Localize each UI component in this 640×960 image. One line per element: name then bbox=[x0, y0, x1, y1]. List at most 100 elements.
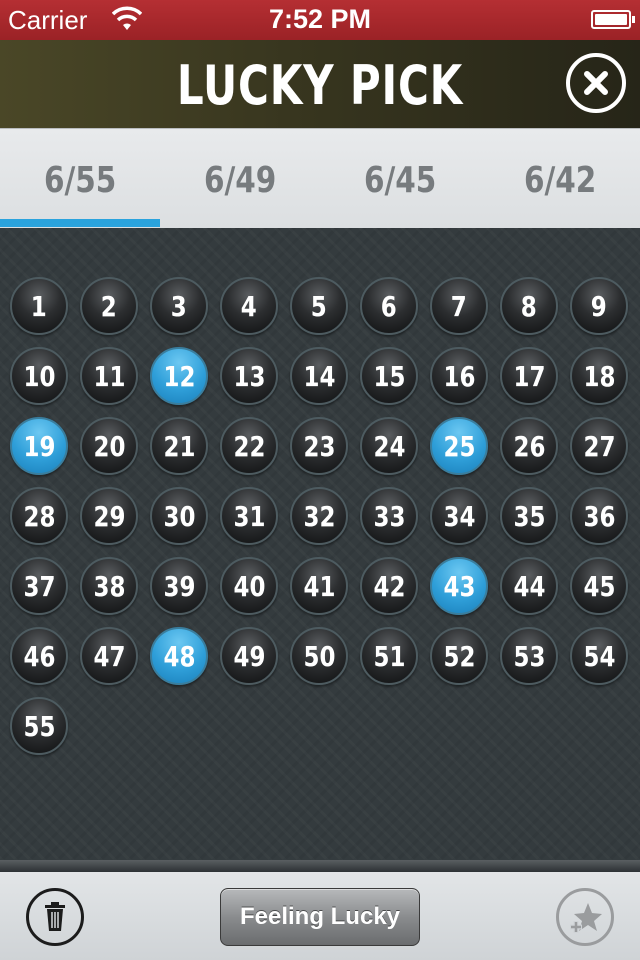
number-ball[interactable]: 22 bbox=[220, 417, 278, 475]
number-label: 32 bbox=[303, 500, 335, 533]
number-ball[interactable]: 24 bbox=[360, 417, 418, 475]
number-label: 14 bbox=[303, 360, 335, 393]
number-ball[interactable]: 52 bbox=[430, 627, 488, 685]
number-ball[interactable]: 1 bbox=[10, 277, 68, 335]
number-ball[interactable]: 18 bbox=[570, 347, 628, 405]
number-label: 53 bbox=[513, 640, 545, 673]
number-label: 25 bbox=[443, 430, 475, 463]
board-divider bbox=[0, 860, 640, 872]
close-icon bbox=[584, 71, 608, 95]
number-label: 37 bbox=[23, 570, 55, 603]
number-label: 2 bbox=[101, 290, 117, 323]
number-ball[interactable]: 5 bbox=[290, 277, 348, 335]
number-ball[interactable]: 35 bbox=[500, 487, 558, 545]
number-ball[interactable]: 16 bbox=[430, 347, 488, 405]
number-ball[interactable]: 27 bbox=[570, 417, 628, 475]
number-ball[interactable]: 23 bbox=[290, 417, 348, 475]
number-label: 19 bbox=[23, 430, 55, 463]
tab-label: 6/55 bbox=[43, 160, 117, 201]
number-label: 49 bbox=[233, 640, 265, 673]
tab-6-42[interactable]: 6/42 bbox=[480, 129, 640, 229]
number-label: 4 bbox=[241, 290, 257, 323]
number-ball[interactable]: 17 bbox=[500, 347, 558, 405]
number-ball[interactable]: 28 bbox=[10, 487, 68, 545]
number-ball[interactable]: 20 bbox=[80, 417, 138, 475]
number-ball[interactable]: 37 bbox=[10, 557, 68, 615]
number-label: 48 bbox=[163, 640, 195, 673]
number-ball[interactable]: 7 bbox=[430, 277, 488, 335]
number-label: 12 bbox=[163, 360, 195, 393]
number-label: 10 bbox=[23, 360, 55, 393]
number-ball[interactable]: 36 bbox=[570, 487, 628, 545]
number-ball[interactable]: 53 bbox=[500, 627, 558, 685]
number-label: 16 bbox=[443, 360, 475, 393]
number-ball[interactable]: 49 bbox=[220, 627, 278, 685]
number-label: 35 bbox=[513, 500, 545, 533]
number-ball[interactable]: 43 bbox=[430, 557, 488, 615]
status-bar: Carrier 7:52 PM bbox=[0, 0, 640, 40]
clear-button[interactable] bbox=[26, 888, 84, 946]
number-ball[interactable]: 31 bbox=[220, 487, 278, 545]
number-label: 8 bbox=[521, 290, 537, 323]
number-label: 43 bbox=[443, 570, 475, 603]
trash-icon bbox=[45, 902, 65, 931]
favorite-button[interactable] bbox=[556, 888, 614, 946]
number-ball[interactable]: 12 bbox=[150, 347, 208, 405]
number-label: 40 bbox=[233, 570, 265, 603]
tab-label: 6/42 bbox=[523, 160, 597, 201]
number-ball[interactable]: 13 bbox=[220, 347, 278, 405]
number-ball[interactable]: 30 bbox=[150, 487, 208, 545]
number-ball[interactable]: 51 bbox=[360, 627, 418, 685]
number-ball[interactable]: 48 bbox=[150, 627, 208, 685]
number-ball[interactable]: 29 bbox=[80, 487, 138, 545]
number-ball[interactable]: 4 bbox=[220, 277, 278, 335]
number-label: 34 bbox=[443, 500, 475, 533]
number-ball[interactable]: 39 bbox=[150, 557, 208, 615]
number-ball[interactable]: 40 bbox=[220, 557, 278, 615]
number-ball[interactable]: 50 bbox=[290, 627, 348, 685]
number-label: 1 bbox=[31, 290, 47, 323]
number-ball[interactable]: 45 bbox=[570, 557, 628, 615]
clock: 7:52 PM bbox=[268, 4, 372, 34]
tab-6-45[interactable]: 6/45 bbox=[320, 129, 480, 229]
number-ball[interactable]: 25 bbox=[430, 417, 488, 475]
number-ball[interactable]: 10 bbox=[10, 347, 68, 405]
number-ball[interactable]: 44 bbox=[500, 557, 558, 615]
tab-6-55[interactable]: 6/55 bbox=[0, 129, 160, 229]
close-button[interactable] bbox=[566, 53, 626, 113]
number-ball[interactable]: 3 bbox=[150, 277, 208, 335]
number-ball[interactable]: 54 bbox=[570, 627, 628, 685]
number-ball[interactable]: 15 bbox=[360, 347, 418, 405]
number-label: 23 bbox=[303, 430, 335, 463]
number-ball[interactable]: 6 bbox=[360, 277, 418, 335]
tab-6-49[interactable]: 6/49 bbox=[160, 129, 320, 229]
number-ball[interactable]: 9 bbox=[570, 277, 628, 335]
number-ball[interactable]: 14 bbox=[290, 347, 348, 405]
number-ball[interactable]: 46 bbox=[10, 627, 68, 685]
number-label: 39 bbox=[163, 570, 195, 603]
number-label: 26 bbox=[513, 430, 545, 463]
number-ball[interactable]: 26 bbox=[500, 417, 558, 475]
nav-bar: LUCKY PICK bbox=[0, 40, 640, 128]
number-ball[interactable]: 11 bbox=[80, 347, 138, 405]
number-ball[interactable]: 34 bbox=[430, 487, 488, 545]
number-label: 45 bbox=[583, 570, 615, 603]
number-ball[interactable]: 32 bbox=[290, 487, 348, 545]
feeling-lucky-button[interactable]: Feeling Lucky bbox=[220, 888, 420, 946]
game-tabs: 6/55 6/49 6/45 6/42 bbox=[0, 128, 640, 228]
number-label: 20 bbox=[93, 430, 125, 463]
tab-label: 6/45 bbox=[363, 160, 437, 201]
number-ball[interactable]: 21 bbox=[150, 417, 208, 475]
number-ball[interactable]: 41 bbox=[290, 557, 348, 615]
number-ball[interactable]: 19 bbox=[10, 417, 68, 475]
number-label: 22 bbox=[233, 430, 265, 463]
number-ball[interactable]: 55 bbox=[10, 697, 68, 755]
number-label: 46 bbox=[23, 640, 55, 673]
number-ball[interactable]: 33 bbox=[360, 487, 418, 545]
number-ball[interactable]: 38 bbox=[80, 557, 138, 615]
number-ball[interactable]: 8 bbox=[500, 277, 558, 335]
number-label: 7 bbox=[451, 290, 467, 323]
number-ball[interactable]: 2 bbox=[80, 277, 138, 335]
number-ball[interactable]: 42 bbox=[360, 557, 418, 615]
number-ball[interactable]: 47 bbox=[80, 627, 138, 685]
